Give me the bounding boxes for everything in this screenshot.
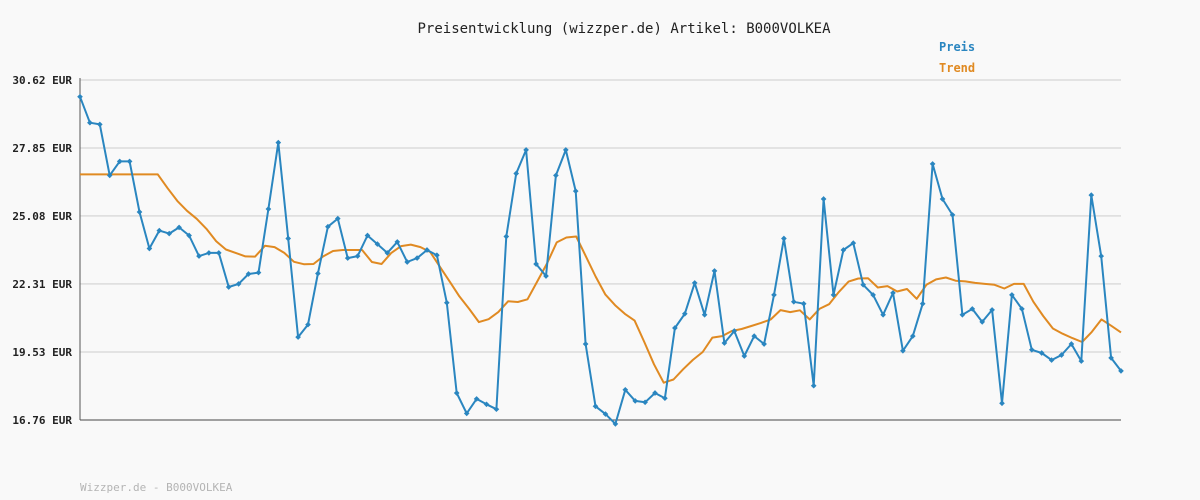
- data-point-preis: [711, 268, 718, 274]
- data-point-preis: [999, 400, 1005, 407]
- series-line-preis: [79, 96, 1122, 425]
- legend-entry-preis: Preis: [939, 40, 975, 54]
- data-point-preis: [820, 196, 827, 202]
- y-tick-label: 30.62 EUR: [12, 74, 72, 87]
- data-point-preis: [344, 255, 351, 261]
- data-point-preis: [443, 299, 450, 306]
- data-point-preis: [771, 292, 777, 298]
- chart-title: Preisentwicklung (wizzper.de) Artikel: B…: [417, 21, 831, 37]
- data-point-preis: [582, 341, 589, 347]
- legend-entry-trend: Trend: [939, 61, 975, 75]
- data-point-preis: [225, 284, 232, 290]
- data-point-preis: [790, 298, 797, 305]
- data-point-preis: [701, 311, 708, 318]
- y-tick-label: 25.08 EUR: [12, 210, 72, 223]
- y-tick-label: 19.53 EUR: [12, 346, 72, 359]
- data-point-preis: [87, 119, 93, 126]
- data-point-preis: [572, 188, 579, 194]
- data-point-preis: [929, 161, 936, 167]
- data-point-preis: [265, 206, 272, 212]
- data-point-preis: [136, 209, 143, 215]
- footer-watermark: Wizzper.de - B000VOLKEA: [80, 481, 233, 494]
- data-point-preis: [126, 158, 133, 165]
- data-point-preis: [96, 121, 103, 128]
- data-point-preis: [513, 170, 520, 177]
- data-point-preis: [315, 270, 321, 277]
- data-point-preis: [919, 300, 926, 307]
- series-layer: [77, 93, 1124, 427]
- data-point-preis: [206, 250, 212, 256]
- data-point-preis: [503, 233, 510, 240]
- chart-canvas: Preisentwicklung (wizzper.de) Artikel: B…: [12, 21, 1124, 494]
- data-point-preis: [215, 250, 222, 256]
- data-point-preis: [255, 269, 262, 276]
- data-point-preis: [810, 382, 817, 389]
- data-point-preis: [800, 300, 807, 307]
- data-point-preis: [781, 235, 787, 242]
- y-tick-label: 27.85 EUR: [12, 142, 72, 155]
- data-point-preis: [691, 280, 698, 286]
- y-tick-label: 22.31 EUR: [12, 278, 72, 291]
- data-point-preis: [1098, 253, 1105, 259]
- y-tick-label: 16.76 EUR: [12, 414, 72, 427]
- data-point-preis: [553, 172, 559, 179]
- data-point-preis: [285, 235, 292, 242]
- data-point-preis: [77, 93, 83, 100]
- y-axis-tick-labels: 30.62 EUR 27.85 EUR 25.08 EUR 22.31 EUR …: [12, 74, 72, 427]
- grid-lines: [80, 79, 1121, 421]
- data-point-preis: [275, 139, 282, 146]
- price-chart: Preisentwicklung (wizzper.de) Artikel: B…: [0, 0, 1200, 500]
- data-point-preis: [1088, 192, 1095, 198]
